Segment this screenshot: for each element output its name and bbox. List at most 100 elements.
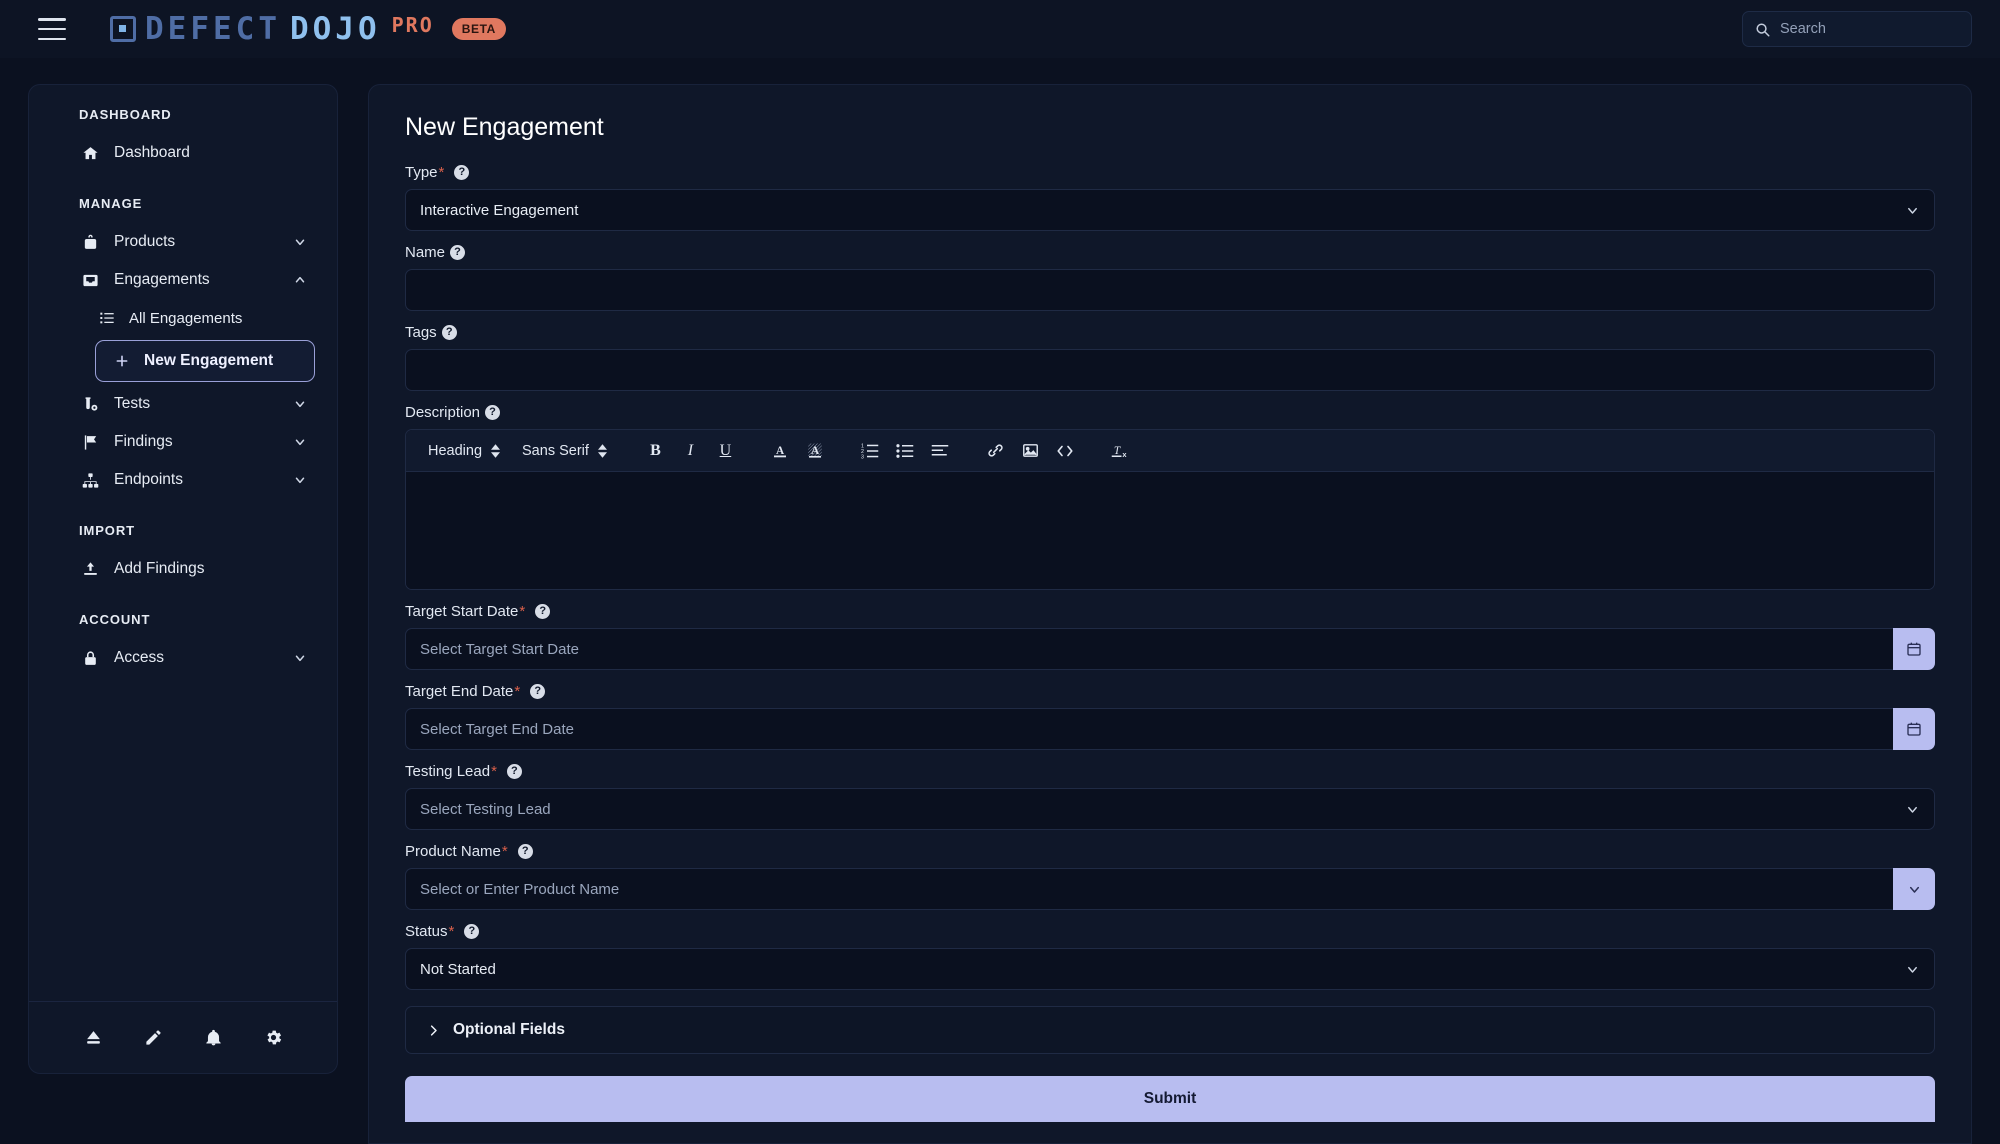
sidebar-item-engagements-label: Engagements	[114, 271, 210, 289]
search-input[interactable]: Search	[1742, 11, 1972, 47]
sidebar-item-access[interactable]: Access	[79, 639, 313, 677]
field-status: Status * ? Not Started	[405, 923, 1935, 990]
help-icon[interactable]: ?	[485, 405, 500, 420]
help-icon[interactable]: ?	[530, 684, 545, 699]
description-editor-body[interactable]	[406, 472, 1934, 589]
help-icon[interactable]: ?	[442, 325, 457, 340]
chevron-down-icon	[1907, 882, 1922, 897]
image-button[interactable]	[1016, 436, 1045, 465]
required-asterisk: *	[439, 164, 445, 181]
font-select-label: Sans Serif	[522, 443, 589, 459]
svg-text:T: T	[1114, 445, 1121, 457]
required-asterisk: *	[502, 843, 508, 860]
help-icon[interactable]: ?	[454, 165, 469, 180]
product-name-dropdown-button[interactable]	[1893, 868, 1935, 910]
required-asterisk: *	[491, 763, 497, 780]
sitemap-icon	[79, 472, 101, 489]
chevron-down-icon[interactable]	[293, 435, 307, 449]
status-select[interactable]: Not Started	[405, 948, 1935, 990]
brand-logo[interactable]: DEFECT DOJO PRO BETA	[110, 11, 506, 47]
sidebar-item-dashboard[interactable]: Dashboard	[79, 134, 313, 172]
svg-text:A: A	[811, 445, 820, 457]
align-button[interactable]	[926, 436, 955, 465]
inbox-icon	[79, 272, 101, 289]
pencil-icon[interactable]	[144, 1028, 163, 1047]
description-editor: Heading Sans Serif B I U	[405, 429, 1935, 590]
chevron-right-icon	[426, 1023, 441, 1038]
optional-fields-toggle[interactable]: Optional Fields	[405, 1006, 1935, 1054]
target-end-date-input[interactable]: Select Target End Date	[405, 708, 1893, 750]
font-select[interactable]: Sans Serif	[514, 443, 615, 459]
help-icon[interactable]: ?	[464, 924, 479, 939]
tags-input[interactable]	[405, 349, 1935, 391]
sidebar-item-products[interactable]: Products	[79, 223, 313, 261]
test-tube-icon	[79, 396, 101, 413]
bullet-list-button[interactable]	[891, 436, 920, 465]
field-description-label-text: Description	[405, 404, 480, 421]
home-icon	[79, 145, 101, 162]
bold-button[interactable]: B	[641, 436, 670, 465]
link-button[interactable]	[981, 436, 1010, 465]
clear-format-button[interactable]: T x	[1106, 436, 1135, 465]
chevron-down-icon[interactable]	[293, 651, 307, 665]
help-icon[interactable]: ?	[518, 844, 533, 859]
field-target-end-date-label-text: Target End Date	[405, 683, 513, 700]
sidebar-item-products-label: Products	[114, 233, 175, 251]
type-select[interactable]: Interactive Engagement	[405, 189, 1935, 231]
bell-icon[interactable]	[204, 1028, 223, 1047]
sidebar-item-findings-label: Findings	[114, 433, 173, 451]
field-product-name-label: Product Name * ?	[405, 843, 1935, 860]
text-color-button[interactable]: A	[766, 436, 795, 465]
field-type: Type * ? Interactive Engagement	[405, 164, 1935, 231]
underline-button[interactable]: U	[711, 436, 740, 465]
bullet-list-icon	[896, 442, 914, 460]
name-input[interactable]	[405, 269, 1935, 311]
stepper-icon	[491, 444, 500, 458]
plus-icon	[112, 353, 132, 369]
code-button[interactable]	[1051, 436, 1080, 465]
chevron-down-icon[interactable]	[293, 235, 307, 249]
stepper-icon	[598, 444, 607, 458]
help-icon[interactable]: ?	[450, 245, 465, 260]
sidebar-item-add-findings[interactable]: Add Findings	[79, 550, 313, 588]
italic-button[interactable]: I	[676, 436, 705, 465]
eject-icon[interactable]	[84, 1028, 103, 1047]
sidebar-item-tests-label: Tests	[114, 395, 150, 413]
chevron-down-icon[interactable]	[293, 473, 307, 487]
sidebar-item-access-label: Access	[114, 649, 164, 667]
field-testing-lead-label-text: Testing Lead	[405, 763, 490, 780]
target-start-date-calendar-button[interactable]	[1893, 628, 1935, 670]
briefcase-icon	[79, 234, 101, 251]
testing-lead-select[interactable]: Select Testing Lead	[405, 788, 1935, 830]
ordered-list-button[interactable]: 1 2 3	[856, 436, 885, 465]
chevron-up-icon[interactable]	[293, 273, 307, 287]
chevron-down-icon	[1905, 962, 1920, 977]
target-start-date-input[interactable]: Select Target Start Date	[405, 628, 1893, 670]
required-asterisk: *	[514, 683, 520, 700]
sidebar-item-all-engagements-label: All Engagements	[129, 310, 242, 327]
submit-button[interactable]: Submit	[405, 1076, 1935, 1122]
testing-lead-select-value: Select Testing Lead	[420, 801, 551, 818]
sidebar-item-endpoints[interactable]: Endpoints	[79, 461, 313, 499]
highlight-button[interactable]: A	[801, 436, 830, 465]
main-panel: New Engagement Type * ? Interactive Enga…	[368, 84, 1972, 1144]
sidebar-item-findings[interactable]: Findings	[79, 423, 313, 461]
sidebar-item-new-engagement[interactable]: New Engagement	[95, 340, 315, 382]
help-icon[interactable]: ?	[507, 764, 522, 779]
clear-format-icon: T x	[1111, 442, 1129, 460]
target-end-date-group: Select Target End Date	[405, 708, 1935, 750]
heading-select[interactable]: Heading	[420, 443, 508, 459]
gear-icon[interactable]	[264, 1028, 283, 1047]
sidebar-item-tests[interactable]: Tests	[79, 385, 313, 423]
sidebar-item-all-engagements[interactable]: All Engagements	[97, 299, 313, 337]
help-icon[interactable]: ?	[535, 604, 550, 619]
target-end-date-calendar-button[interactable]	[1893, 708, 1935, 750]
product-name-input[interactable]: Select or Enter Product Name	[405, 868, 1893, 910]
logo-group: DEFECT DOJO PRO	[110, 11, 434, 47]
search-icon	[1755, 22, 1770, 37]
sidebar-item-engagements[interactable]: Engagements	[79, 261, 313, 299]
flag-icon	[79, 434, 101, 451]
ordered-list-icon: 1 2 3	[861, 442, 879, 460]
hamburger-icon[interactable]	[38, 18, 66, 40]
chevron-down-icon[interactable]	[293, 397, 307, 411]
